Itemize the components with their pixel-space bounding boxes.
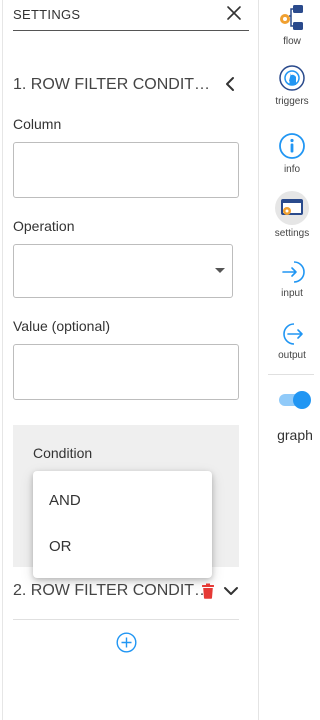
add-circle-icon[interactable] [116,632,137,653]
sidebar-item-triggers[interactable]: triggers [266,64,318,107]
menu-item-and[interactable]: AND [33,479,212,523]
section-divider [13,619,239,620]
menu-item-or[interactable]: OR [33,525,212,569]
settings-panel: SETTINGS 1. ROW FILTER CONDIT… Column Op… [0,0,258,720]
value-input[interactable] [13,344,239,400]
sidebar-label-info: info [283,164,301,175]
input-icon [282,261,305,283]
sidebar-label-settings: settings [274,228,310,239]
section-2-title[interactable]: 2. ROW FILTER CONDIT… [13,582,210,600]
sidebar-item-input[interactable]: input [266,258,318,299]
section-1-title[interactable]: 1. ROW FILTER CONDIT… [13,76,210,94]
operation-label: Operation [13,218,75,234]
graph-toggle-switch[interactable] [278,390,312,410]
condition-label: Condition [33,445,93,461]
sidebar-label-input: input [281,288,303,299]
sidebar-separator [268,374,314,375]
header-divider [13,30,249,31]
info-icon [279,133,305,159]
sidebar-item-info[interactable]: info [266,132,318,175]
output-icon [283,323,303,345]
value-label: Value (optional) [13,318,111,334]
panel-title: SETTINGS [13,7,81,22]
condition-dropdown-menu: AND OR [33,471,212,578]
column-label: Column [13,116,62,132]
settings-icon [275,191,309,225]
sidebar-item-settings[interactable]: settings [266,190,318,239]
operation-select[interactable] [13,244,233,298]
sidebar-label-output: output [278,350,306,361]
sidebar-item-output[interactable]: output [266,320,318,361]
chevron-left-icon[interactable] [220,74,240,94]
sidebar-label-triggers: triggers [275,96,309,107]
sidebar-label-flow: flow [283,36,301,47]
flow-icon [280,5,303,30]
trash-icon[interactable] [201,583,215,599]
graph-toggle-label: graph [277,427,313,443]
sidebar-item-flow[interactable]: flow [266,2,318,47]
sidebar-divider [258,0,259,720]
close-icon[interactable] [225,4,243,22]
chevron-down-icon[interactable] [222,582,240,600]
caret-down-icon [215,268,225,273]
column-input[interactable] [13,142,239,198]
triggers-icon [279,65,305,91]
